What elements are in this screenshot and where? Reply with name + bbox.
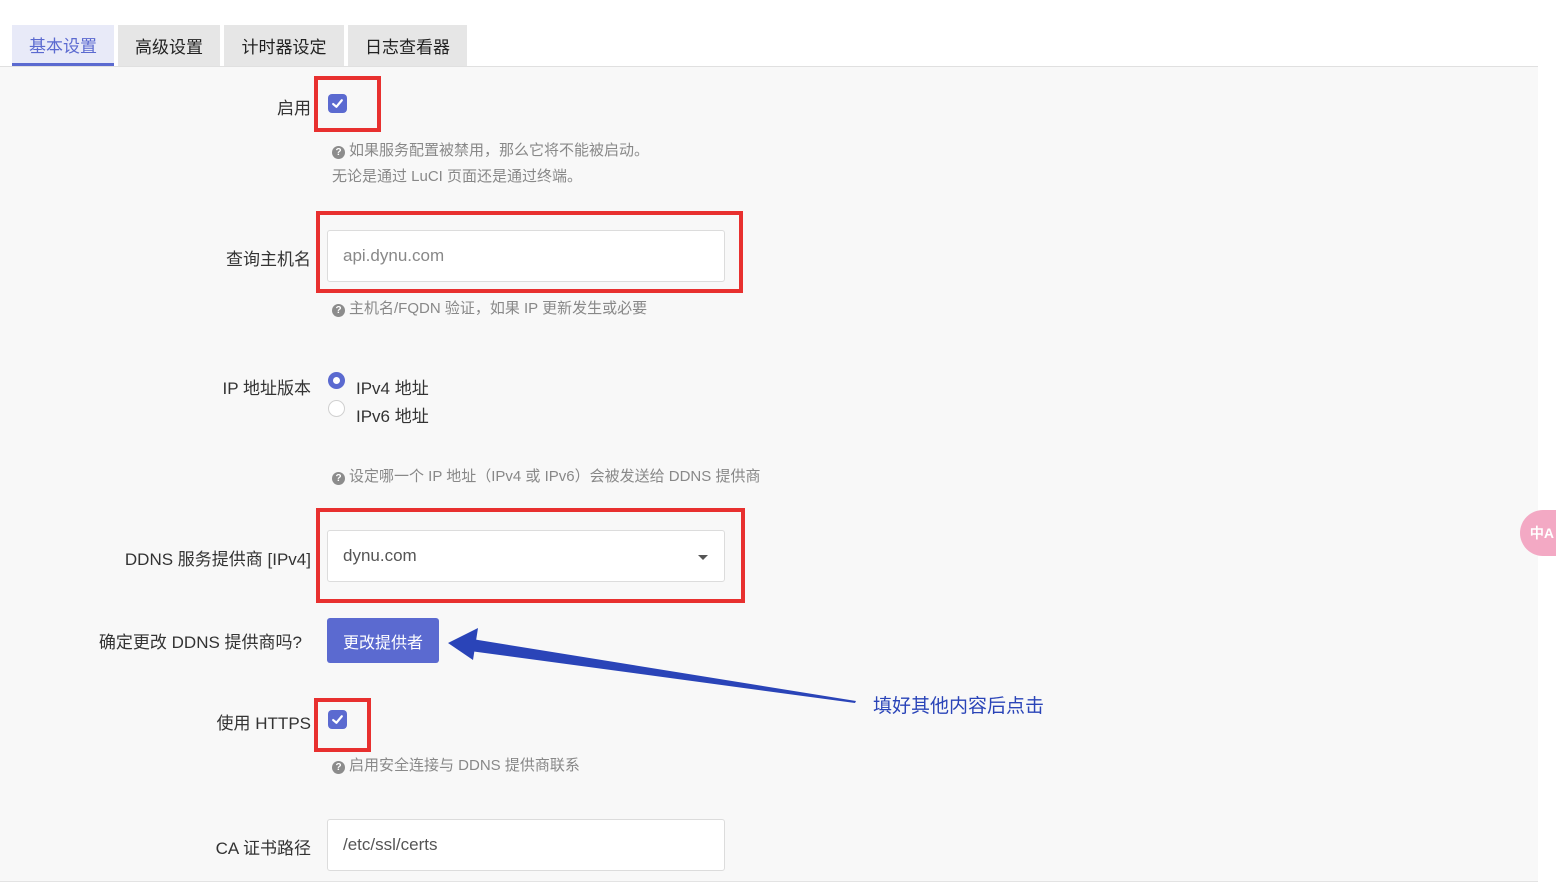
annotation-arrow — [448, 628, 856, 703]
ddns-settings-page: 基本设置 高级设置 计时器设定 日志查看器 启用 ? 如果服务配置被禁用，那么它将… — [0, 0, 1556, 885]
arrow-head — [448, 628, 478, 660]
annotation-text: 填好其他内容后点击 — [873, 696, 1045, 717]
translate-icon: 中A — [1529, 525, 1554, 541]
arrow-shaft — [470, 639, 856, 703]
